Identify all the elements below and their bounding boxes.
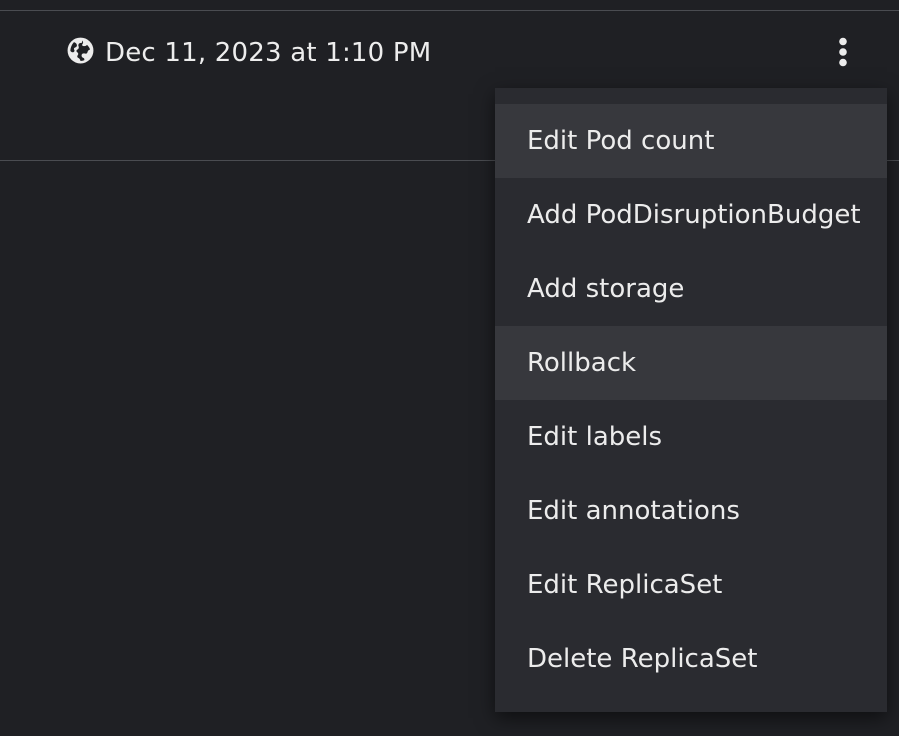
kebab-vertical-icon — [837, 37, 849, 71]
row-actions-kebab-button[interactable] — [826, 32, 860, 76]
actions-dropdown-menu: Edit Pod count Add PodDisruptionBudget A… — [495, 88, 887, 712]
replicaset-detail-page: Dec 11, 2023 at 1:10 PM Edit Pod count A… — [0, 0, 899, 736]
created-timestamp: Dec 11, 2023 at 1:10 PM — [67, 36, 431, 70]
menu-item-delete-replicaset[interactable]: Delete ReplicaSet — [495, 622, 887, 696]
menu-item-edit-pod-count[interactable]: Edit Pod count — [495, 104, 887, 178]
menu-item-add-pod-disruption-budget[interactable]: Add PodDisruptionBudget — [495, 178, 887, 252]
timestamp-text: Dec 11, 2023 at 1:10 PM — [105, 38, 432, 68]
menu-item-rollback[interactable]: Rollback — [495, 326, 887, 400]
menu-item-edit-labels[interactable]: Edit labels — [495, 400, 887, 474]
menu-item-edit-annotations[interactable]: Edit annotations — [495, 474, 887, 548]
menu-item-add-storage[interactable]: Add storage — [495, 252, 887, 326]
row-divider-top — [0, 10, 899, 11]
menu-item-edit-replicaset[interactable]: Edit ReplicaSet — [495, 548, 887, 622]
globe-icon — [67, 37, 94, 64]
